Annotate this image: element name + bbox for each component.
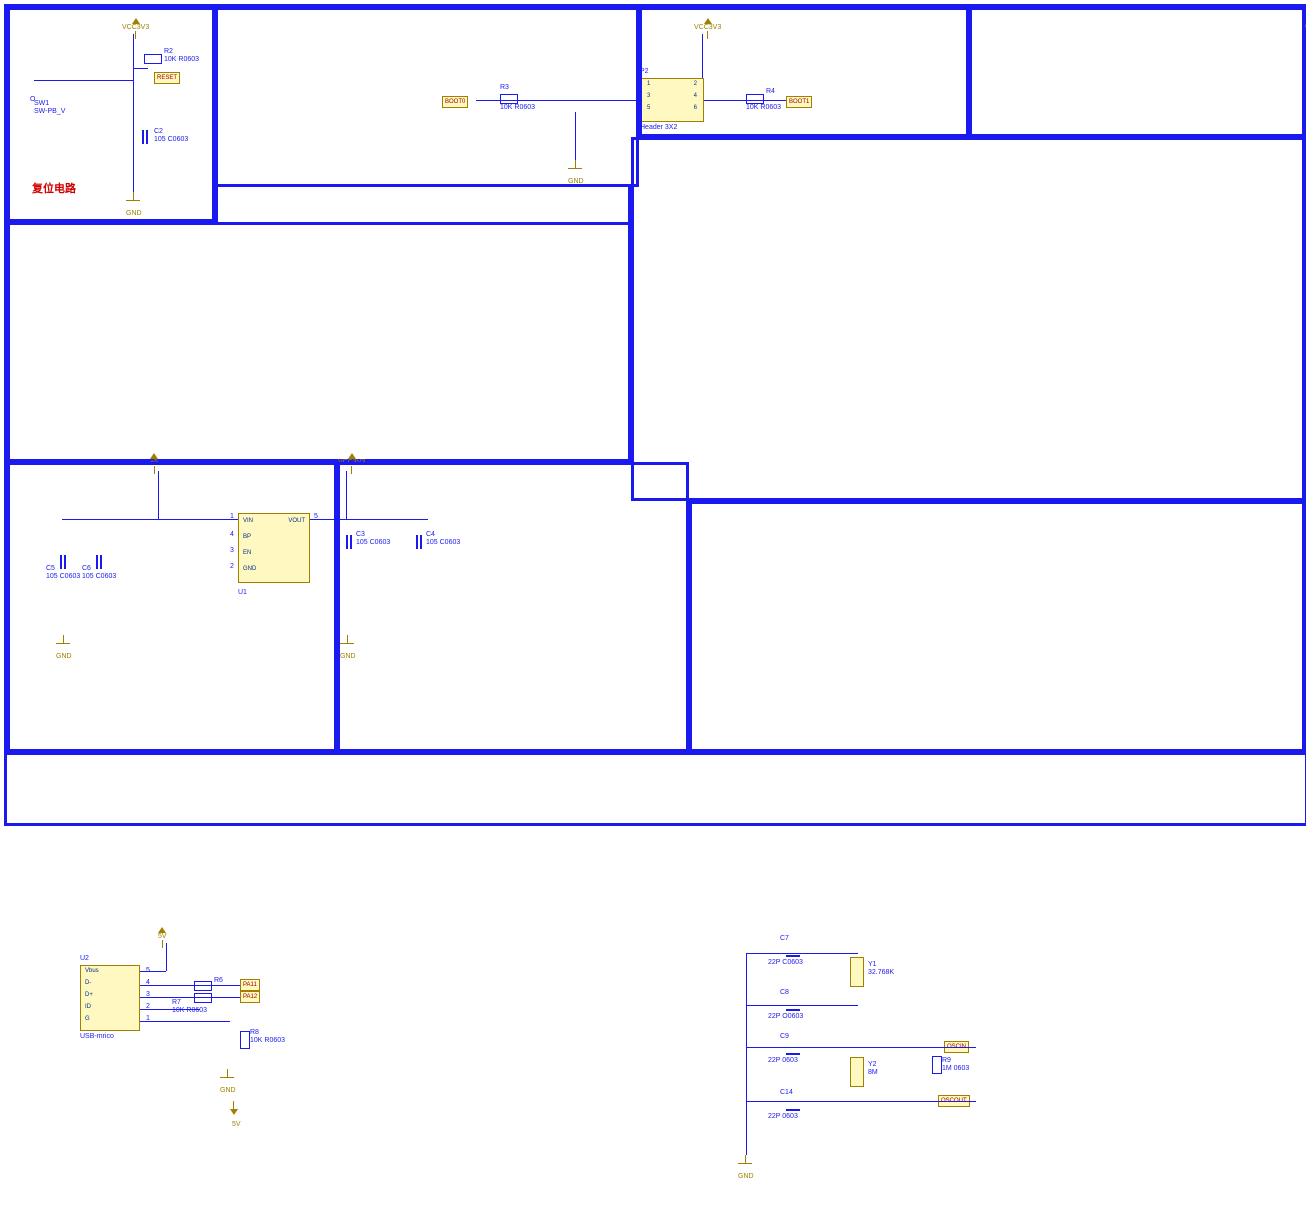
block-mcu: MCU P3 Header 20 —VBAT—PC13—PC14—PC15—PA… — [631, 137, 1305, 501]
component-C2 — [142, 130, 144, 144]
component-R2 — [144, 54, 162, 64]
block-regulator: +5 VCC3V3 VINVOUT BP EN GND 1 5 4 3 2 U1… — [7, 222, 631, 462]
schematic-sheet: VCC3V3 R2 10K R0603 RESET O SW1 SW-PB_V … — [4, 4, 1306, 826]
block-led: VCC3V3 D1 LED R1 10K R0603 GND D2 LED R5… — [639, 7, 969, 137]
net-boot0: BOOT0 — [442, 96, 468, 108]
block-swd: SWD仿真端口 1 2 3 4 P1 SWD VCC3V3 SWDIO SWDC… — [969, 7, 1305, 137]
gnd-reset — [126, 192, 140, 201]
component-Y1 — [850, 957, 864, 987]
pwr-vcc3v3: VCC3V3 — [122, 18, 149, 39]
block-boot: VCC3V3 BOOT0 R3 10K R0603 12 34 56 P2 He… — [215, 7, 639, 187]
block-decoupling: VCC3V3 C10 105 C0603 C11 105 C0603 C12 1… — [689, 501, 1305, 752]
gnd-boot — [568, 160, 582, 169]
title-reset: 复位电路 — [32, 180, 76, 196]
component-R3 — [500, 94, 518, 104]
block-reset: VCC3V3 R2 10K R0603 RESET O SW1 SW-PB_V … — [7, 7, 215, 222]
net-reset: RESET — [154, 72, 180, 84]
block-crystal: C7 22P C0603 Y1 32.768K C8 22P O0603 C9 … — [337, 462, 689, 752]
component-U2: Vbus D- D+ ID G — [80, 965, 140, 1031]
block-usb: 5V Vbus D- D+ ID G U2 USB-mrico 5 4 3 2 … — [7, 462, 337, 752]
component-Y2 — [850, 1057, 864, 1087]
